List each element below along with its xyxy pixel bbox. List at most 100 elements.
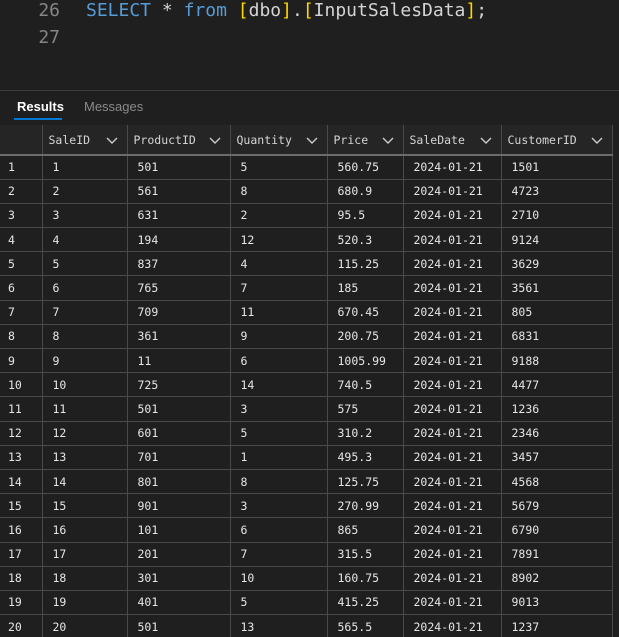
cell-customerid[interactable]: 1237 [501, 614, 613, 637]
cell-customerid[interactable]: 2346 [501, 421, 613, 446]
row-number[interactable]: 8 [0, 324, 43, 350]
cell-customerid[interactable]: 3629 [501, 251, 613, 277]
cell-productid[interactable]: 725 [127, 372, 231, 398]
tab-messages[interactable]: Messages [84, 99, 143, 114]
row-number-header[interactable] [0, 125, 43, 156]
query-editor[interactable]: 26 SELECT * from [dbo].[InputSalesData];… [0, 0, 619, 90]
cell-quantity[interactable]: 3 [230, 396, 328, 422]
cell-customerid[interactable]: 2710 [501, 203, 613, 229]
row-number[interactable]: 4 [0, 227, 43, 253]
table-row[interactable]: 10 10 725 14 740.5 2024-01-21 4477 [0, 372, 613, 398]
cell-productid[interactable]: 837 [127, 251, 231, 277]
cell-saledate[interactable]: 2024-01-21 [403, 348, 502, 374]
cell-price[interactable]: 560.75 [327, 155, 404, 180]
cell-saledate[interactable]: 2024-01-21 [403, 227, 502, 253]
cell-customerid[interactable]: 9188 [501, 348, 613, 374]
cell-price[interactable]: 1005.99 [327, 348, 404, 374]
cell-customerid[interactable]: 4723 [501, 179, 613, 204]
cell-saledate[interactable]: 2024-01-21 [403, 542, 502, 567]
cell-productid[interactable]: 631 [127, 203, 231, 229]
cell-quantity[interactable]: 12 [230, 227, 328, 253]
cell-customerid[interactable]: 9013 [501, 590, 613, 616]
table-row[interactable]: 18 18 301 10 160.75 2024-01-21 8902 [0, 566, 613, 591]
cell-quantity[interactable]: 4 [230, 251, 328, 277]
cell-price[interactable]: 740.5 [327, 372, 404, 398]
cell-price[interactable]: 865 [327, 517, 404, 543]
row-number[interactable]: 13 [0, 445, 43, 470]
cell-customerid[interactable]: 9124 [501, 227, 613, 253]
chevron-down-icon[interactable] [208, 133, 222, 147]
cell-saledate[interactable]: 2024-01-21 [403, 469, 502, 495]
cell-quantity[interactable]: 8 [230, 179, 328, 204]
cell-quantity[interactable]: 6 [230, 348, 328, 374]
table-row[interactable]: 9 9 11 6 1005.99 2024-01-21 9188 [0, 348, 613, 374]
cell-saledate[interactable]: 2024-01-21 [403, 396, 502, 422]
table-row[interactable]: 12 12 601 5 310.2 2024-01-21 2346 [0, 421, 613, 446]
sql-statement[interactable]: SELECT * from [dbo].[InputSalesData]; [86, 0, 487, 21]
code-line-26[interactable]: 26 SELECT * from [dbo].[InputSalesData]; [0, 0, 487, 23]
cell-saledate[interactable]: 2024-01-21 [403, 251, 502, 277]
cell-quantity[interactable]: 5 [230, 155, 328, 180]
cell-saleid[interactable]: 1 [42, 155, 128, 180]
cell-price[interactable]: 310.2 [327, 421, 404, 446]
cell-customerid[interactable]: 5679 [501, 493, 613, 519]
cell-saleid[interactable]: 12 [42, 421, 128, 446]
cell-price[interactable]: 565.5 [327, 614, 404, 637]
cell-price[interactable]: 520.3 [327, 227, 404, 253]
cell-saleid[interactable]: 19 [42, 590, 128, 616]
cell-customerid[interactable]: 8902 [501, 566, 613, 591]
column-header-customerid[interactable]: CustomerID [501, 125, 613, 156]
cell-price[interactable]: 115.25 [327, 251, 404, 277]
cell-saleid[interactable]: 3 [42, 203, 128, 229]
cell-price[interactable]: 415.25 [327, 590, 404, 616]
cell-saledate[interactable]: 2024-01-21 [403, 324, 502, 350]
row-number[interactable]: 2 [0, 179, 43, 204]
chevron-down-icon[interactable] [590, 133, 604, 147]
cell-saleid[interactable]: 2 [42, 179, 128, 204]
cell-customerid[interactable]: 6790 [501, 517, 613, 543]
cell-price[interactable]: 670.45 [327, 300, 404, 325]
column-header-saledate[interactable]: SaleDate [403, 125, 502, 156]
cell-quantity[interactable]: 7 [230, 275, 328, 301]
chevron-down-icon[interactable] [381, 133, 395, 147]
cell-saledate[interactable]: 2024-01-21 [403, 445, 502, 470]
cell-productid[interactable]: 701 [127, 445, 231, 470]
results-grid[interactable]: SaleID ProductID Quantity Price SaleDate Cust… [0, 125, 619, 637]
cell-productid[interactable]: 101 [127, 517, 231, 543]
row-number[interactable]: 19 [0, 590, 43, 616]
cell-price[interactable]: 185 [327, 275, 404, 301]
cell-price[interactable]: 200.75 [327, 324, 404, 350]
cell-saleid[interactable]: 10 [42, 372, 128, 398]
table-row[interactable]: 14 14 801 8 125.75 2024-01-21 4568 [0, 469, 613, 495]
cell-productid[interactable]: 401 [127, 590, 231, 616]
cell-price[interactable]: 270.99 [327, 493, 404, 519]
row-number[interactable]: 10 [0, 372, 43, 398]
cell-saledate[interactable]: 2024-01-21 [403, 566, 502, 591]
chevron-down-icon[interactable] [105, 133, 119, 147]
cell-price[interactable]: 680.9 [327, 179, 404, 204]
table-row[interactable]: 17 17 201 7 315.5 2024-01-21 7891 [0, 542, 613, 567]
cell-customerid[interactable]: 4568 [501, 469, 613, 495]
table-row[interactable]: 15 15 901 3 270.99 2024-01-21 5679 [0, 493, 613, 519]
row-number[interactable]: 16 [0, 517, 43, 543]
table-row[interactable]: 7 7 709 11 670.45 2024-01-21 805 [0, 300, 613, 325]
cell-price[interactable]: 495.3 [327, 445, 404, 470]
table-row[interactable]: 5 5 837 4 115.25 2024-01-21 3629 [0, 251, 613, 277]
cell-quantity[interactable]: 3 [230, 493, 328, 519]
cell-saleid[interactable]: 6 [42, 275, 128, 301]
table-row[interactable]: 11 11 501 3 575 2024-01-21 1236 [0, 396, 613, 422]
cell-saledate[interactable]: 2024-01-21 [403, 155, 502, 180]
cell-saledate[interactable]: 2024-01-21 [403, 300, 502, 325]
cell-customerid[interactable]: 6831 [501, 324, 613, 350]
cell-productid[interactable]: 561 [127, 179, 231, 204]
column-header-price[interactable]: Price [327, 125, 404, 156]
cell-saleid[interactable]: 18 [42, 566, 128, 591]
cell-price[interactable]: 125.75 [327, 469, 404, 495]
cell-saledate[interactable]: 2024-01-21 [403, 275, 502, 301]
row-number[interactable]: 1 [0, 155, 43, 180]
cell-quantity[interactable]: 5 [230, 590, 328, 616]
column-header-quantity[interactable]: Quantity [230, 125, 328, 156]
row-number[interactable]: 11 [0, 396, 43, 422]
cell-productid[interactable]: 501 [127, 614, 231, 637]
cell-price[interactable]: 315.5 [327, 542, 404, 567]
